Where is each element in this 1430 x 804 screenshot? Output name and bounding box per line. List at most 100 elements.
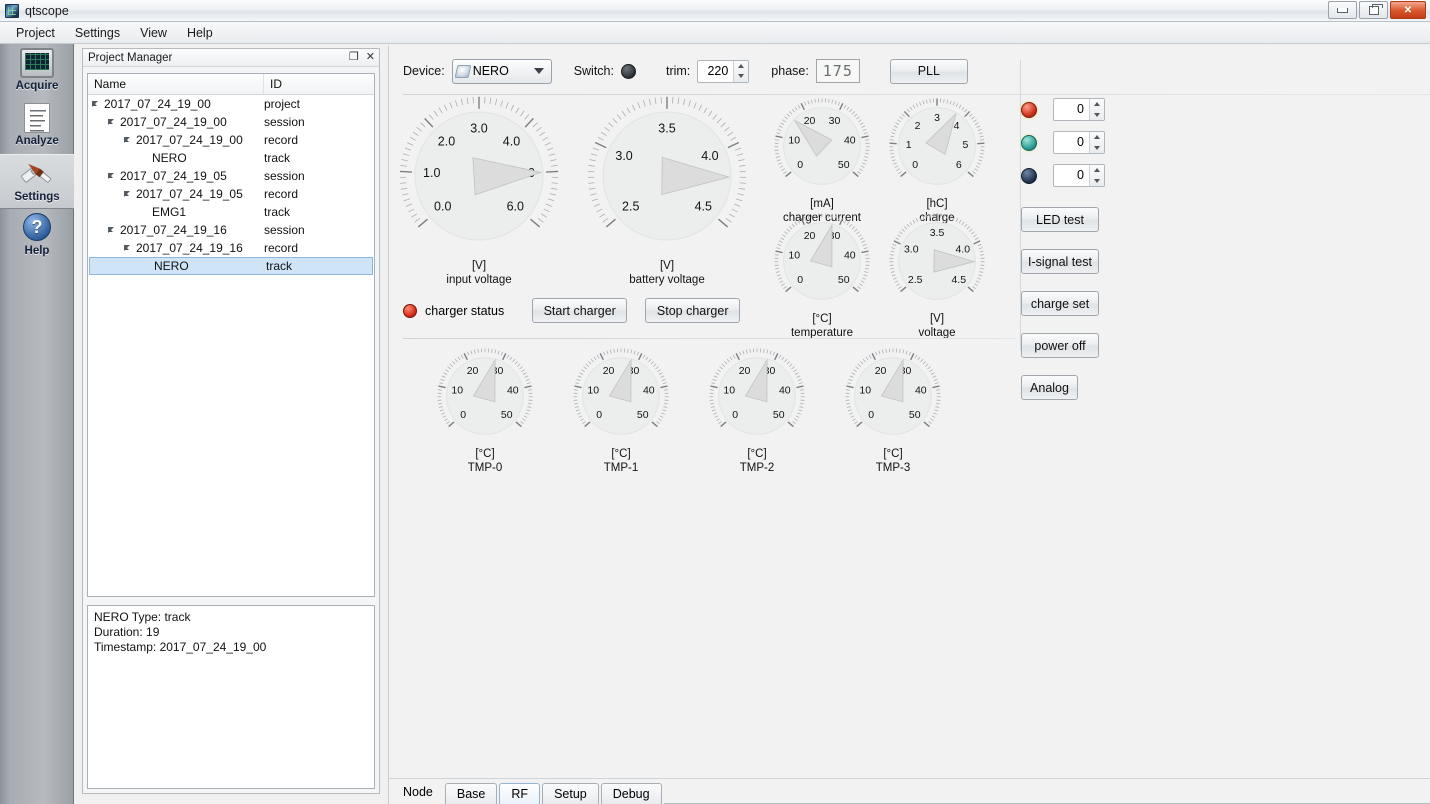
pll-button[interactable]: PLL — [889, 58, 968, 84]
tree-row[interactable]: 2017_07_24_19_05 session — [88, 167, 374, 185]
power-off-button[interactable]: power off — [1021, 333, 1099, 358]
svg-text:0: 0 — [797, 159, 803, 171]
expand-arrow-icon[interactable] — [92, 100, 101, 109]
led-stepper-red[interactable]: 0 — [1053, 98, 1105, 121]
menu-view[interactable]: View — [130, 23, 177, 43]
tree-row-name: 2017_07_24_19_00 — [88, 133, 264, 147]
trim-increment[interactable] — [734, 61, 748, 72]
tree-row-label: EMG1 — [152, 205, 187, 219]
menu-project[interactable]: Project — [6, 23, 65, 43]
minimize-button[interactable] — [1328, 1, 1357, 19]
project-manager-dock: Project Manager ❐ ✕ Name ID 2017_07_24_1… — [82, 48, 380, 794]
restore-button[interactable] — [1359, 1, 1388, 19]
svg-text:6.0: 6.0 — [507, 199, 524, 213]
led-row-blue: 0 — [1021, 164, 1151, 187]
expand-arrow-icon[interactable] — [124, 190, 133, 199]
float-icon[interactable]: ❐ — [349, 52, 359, 63]
tree-row-label: 2017_07_24_19_16 — [120, 223, 227, 237]
tree-row[interactable]: 2017_07_24_19_16 session — [88, 221, 374, 239]
tree-row-name: 2017_07_24_19_00 — [88, 97, 264, 111]
svg-text:50: 50 — [773, 409, 785, 421]
svg-text:4.0: 4.0 — [503, 135, 520, 149]
led-value-red[interactable]: 0 — [1054, 99, 1089, 120]
tree-row[interactable]: NERO track — [88, 149, 374, 167]
start-charger-button[interactable]: Start charger — [532, 298, 628, 323]
led-indicator-blue — [1021, 167, 1037, 184]
tree-row[interactable]: EMG1 track — [88, 203, 374, 221]
column-header-id: ID — [270, 77, 282, 91]
led-stepper-blue[interactable]: 0 — [1053, 164, 1105, 187]
svg-text:10: 10 — [451, 385, 463, 397]
led-blue-increment[interactable] — [1090, 165, 1104, 176]
trim-decrement[interactable] — [734, 71, 748, 82]
info-line-1: NERO Type: track — [94, 610, 191, 624]
tree-row[interactable]: NERO track — [89, 257, 373, 275]
node-label: Node — [403, 785, 433, 799]
close-icon[interactable]: ✕ — [366, 52, 375, 63]
sidebar-item-help[interactable]: ? Help — [0, 209, 74, 264]
tree-row-label: 2017_07_24_19_00 — [104, 97, 211, 111]
menu-settings[interactable]: Settings — [65, 23, 130, 43]
expand-arrow-icon[interactable] — [108, 172, 117, 181]
led-value-blue[interactable]: 0 — [1054, 165, 1089, 186]
tree-row-id: session — [264, 223, 305, 237]
device-combo[interactable]: NERO — [451, 58, 552, 84]
led-test-button[interactable]: LED test — [1021, 207, 1099, 232]
tree-row[interactable]: 2017_07_24_19_16 record — [88, 239, 374, 257]
sidebar-item-acquire[interactable]: Acquire — [0, 44, 74, 99]
tree-row-name: 2017_07_24_19_05 — [88, 169, 264, 183]
gauge-unit-battery-voltage: [V] — [659, 260, 675, 272]
led-red-decrement[interactable] — [1090, 110, 1104, 121]
led-value-green[interactable]: 0 — [1054, 132, 1089, 153]
tree-row[interactable]: 2017_07_24_19_05 record — [88, 185, 374, 203]
tab-setup[interactable]: Setup — [542, 783, 599, 804]
expand-arrow-icon[interactable] — [124, 244, 133, 253]
led-green-increment[interactable] — [1090, 132, 1104, 143]
svg-text:2.0: 2.0 — [438, 135, 455, 149]
switch-indicator[interactable] — [620, 63, 636, 79]
sidebar-rail: Acquire Analyze Settings ? Help — [0, 44, 74, 804]
project-tree[interactable]: Name ID 2017_07_24_19_00 project 2017_07_2… — [87, 73, 375, 597]
tab-rf[interactable]: RF — [499, 783, 541, 804]
i-signal-test-button[interactable]: I-signal test — [1021, 249, 1099, 274]
gauge-unit-temperature: [°C] — [812, 313, 832, 325]
led-red-increment[interactable] — [1090, 99, 1104, 110]
expand-arrow-icon[interactable] — [108, 226, 117, 235]
expand-arrow-icon[interactable] — [124, 136, 133, 145]
analog-button[interactable]: Analog — [1021, 375, 1078, 400]
charge-set-button[interactable]: charge set — [1021, 291, 1099, 316]
led-blue-decrement[interactable] — [1090, 176, 1104, 187]
tree-row-label: 2017_07_24_19_05 — [120, 169, 227, 183]
svg-text:4.5: 4.5 — [951, 274, 966, 286]
tab-base[interactable]: Base — [444, 783, 498, 804]
gauge-tmp-1: 0 10 20 30 40 50 [°C] TMP-1 — [573, 348, 669, 475]
led-stepper-green[interactable]: 0 — [1053, 131, 1105, 154]
svg-text:40: 40 — [507, 385, 519, 397]
device-icon — [454, 64, 472, 78]
sidebar-item-analyze[interactable]: Analyze — [0, 99, 74, 154]
menu-help[interactable]: Help — [177, 23, 223, 43]
svg-text:4.0: 4.0 — [701, 149, 718, 163]
sidebar-label-settings: Settings — [14, 191, 60, 203]
svg-text:4.5: 4.5 — [695, 199, 712, 213]
stop-charger-button[interactable]: Stop charger — [645, 298, 741, 323]
tree-row-label: 2017_07_24_19_00 — [136, 133, 243, 147]
svg-text:0: 0 — [596, 409, 602, 421]
tree-row[interactable]: 2017_07_24_19_00 project — [88, 95, 374, 113]
led-green-decrement[interactable] — [1090, 143, 1104, 154]
svg-text:4.0: 4.0 — [955, 243, 970, 255]
bottom-tab-bar: Node Base RF Setup Debug — [389, 778, 1430, 804]
sidebar-label-help: Help — [24, 245, 50, 257]
tree-row[interactable]: 2017_07_24_19_00 session — [88, 113, 374, 131]
trim-value[interactable]: 220 — [698, 61, 733, 82]
svg-text:3.0: 3.0 — [615, 149, 632, 163]
tree-row[interactable]: 2017_07_24_19_00 record — [88, 131, 374, 149]
trim-stepper[interactable]: 220 — [697, 59, 750, 83]
sidebar-item-settings[interactable]: Settings — [0, 154, 74, 209]
svg-text:0: 0 — [912, 159, 918, 171]
close-button[interactable]: ✕ — [1390, 1, 1426, 19]
tab-debug[interactable]: Debug — [600, 783, 662, 804]
svg-text:20: 20 — [804, 115, 816, 127]
expand-arrow-icon[interactable] — [108, 118, 117, 127]
